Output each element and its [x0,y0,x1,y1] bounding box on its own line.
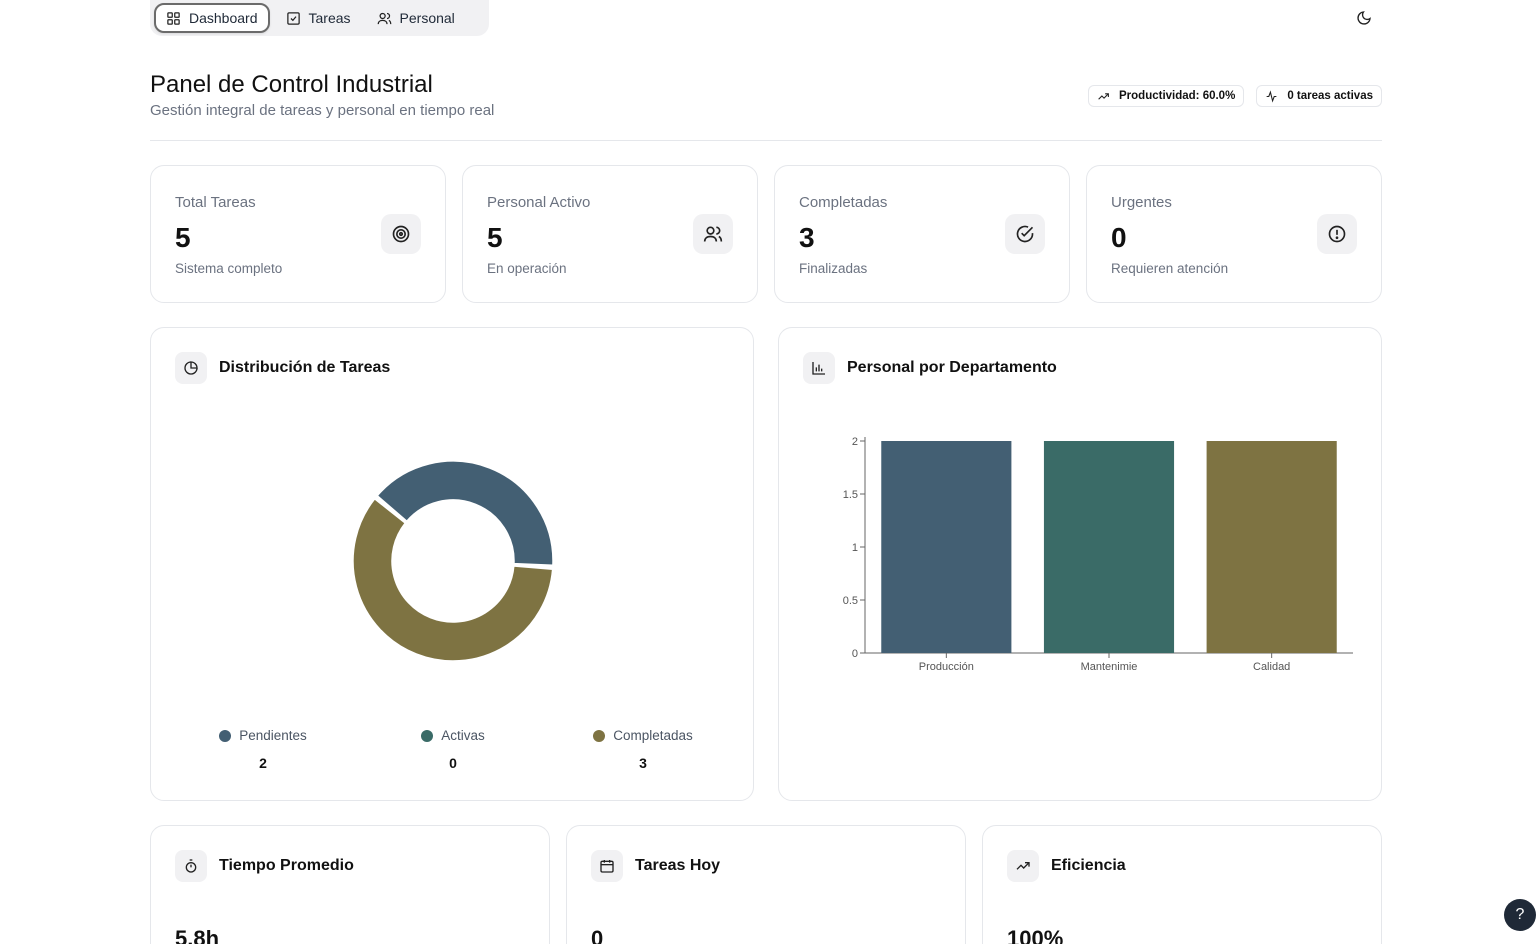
card-icon-box [1007,850,1039,882]
stat-icon-box [1317,214,1357,254]
legend-dot [593,729,606,742]
card-tareas-hoy: Tareas Hoy 0 [566,825,966,944]
check-circle-icon [1016,225,1034,243]
help-button[interactable]: ? [1504,899,1536,931]
checkbox-icon [286,11,300,25]
stat-note: Requieren atención [1111,261,1229,276]
stat-card-urgentes: Urgentes 0 Requieren atención [1086,165,1382,303]
stat-card-personal-activo: Personal Activo 5 En operación [462,165,758,303]
stat-card-total-tareas: Total Tareas 5 Sistema completo [150,165,446,303]
bar-1 [1043,441,1175,653]
card-header: Eficiencia [1007,850,1126,882]
legend-value: 3 [639,755,647,771]
bar-0 [881,441,1012,653]
users-icon [377,12,391,24]
donut-slice-pendientes [376,460,554,567]
users-icon [703,226,723,242]
calendar-icon [600,860,614,873]
stat-label: Total Tareas [175,194,256,211]
target-icon [392,225,410,243]
stat-value: 5 [487,222,503,253]
stat-icon-box [1005,214,1045,254]
legend-dot [421,729,434,742]
stat-label: Urgentes [1111,194,1172,211]
stat-icon-box [381,214,421,254]
stat-note: Finalizadas [799,261,868,276]
x-tick-label: Producción [919,661,974,673]
stat-label: Personal Activo [487,194,591,211]
bar-2 [1206,441,1337,653]
theme-toggle-button[interactable] [1352,8,1376,28]
card-title: Eficiencia [1051,857,1126,874]
stat-value: 3 [799,222,815,253]
stat-icon-box [693,214,733,254]
legend-item-completadas: Completadas 3 [583,728,703,771]
card-header: Tareas Hoy [591,850,720,882]
card-header: Tiempo Promedio [175,850,354,882]
stat-label: Completadas [799,194,888,211]
stat-value: 5 [175,222,191,253]
legend-dot [219,729,232,742]
card-icon-box [591,850,623,882]
activity-icon [1266,89,1277,103]
active-tasks-badge: 0 tareas activas [1256,85,1382,107]
tab-dashboard[interactable]: Dashboard [154,3,270,33]
productivity-label: Productividad: 60.0% [1119,90,1236,102]
stat-card-completadas: Completadas 3 Finalizadas [774,165,1070,303]
tab-tareas-label: Tareas [308,10,351,26]
card-tiempo-promedio: Tiempo Promedio 5.8h [150,825,550,944]
card-title: Tareas Hoy [635,857,721,874]
page-header: Panel de Control Industrial Gestión inte… [150,70,1382,141]
tab-tareas[interactable]: Tareas [276,3,361,33]
y-tick-label: 0 [852,648,858,660]
card-eficiencia: Eficiencia 100% [982,825,1382,944]
legend-item-pendientes: Pendientes 2 [213,728,313,771]
card-value: 100% [1007,926,1064,944]
alert-circle-icon [1328,225,1346,243]
stat-note: En operación [487,261,567,276]
card-value: 5.8h [175,926,220,944]
main-nav: Dashboard Tareas Personal [150,0,489,36]
stat-note: Sistema completo [175,261,283,276]
y-tick-label: 0.5 [843,595,858,607]
legend-value: 2 [259,755,267,771]
y-tick-label: 2 [852,436,858,448]
timer-icon [185,859,197,873]
productivity-badge: Productividad: 60.0% [1088,85,1245,107]
card-value: 0 [591,926,604,944]
legend-label: Activas [441,728,485,743]
department-panel: Personal por Departamento 0 0.5 1 1.5 2 Produ… [778,327,1382,801]
moon-icon [1357,11,1371,25]
legend-value: 0 [449,755,457,771]
grid-icon [167,11,180,25]
tab-personal-label: Personal [399,10,455,26]
department-bar-chart: 0 0.5 1 1.5 2 Producción Mantenimie Calidad [843,436,1353,673]
legend-label: Pendientes [239,728,307,743]
header-badges: Productividad: 60.0% 0 tareas activas [1088,85,1382,107]
active-tasks-label: 0 tareas activas [1287,90,1373,102]
tab-dashboard-label: Dashboard [189,10,258,26]
card-icon-box [175,850,207,882]
distribution-panel: Distribución de Tareas Pendientes 2 Acti… [150,327,754,801]
legend-item-activas: Activas 0 [403,728,503,771]
card-title: Tiempo Promedio [219,857,354,874]
legend-label: Completadas [613,728,693,743]
x-tick-label: Mantenimie [1081,661,1138,673]
trending-up-icon [1016,862,1030,870]
y-tick-label: 1.5 [843,489,858,501]
x-tick-label: Calidad [1253,661,1290,673]
y-tick-label: 1 [852,542,858,554]
trending-up-icon [1098,92,1109,100]
tab-personal[interactable]: Personal [367,3,465,33]
stat-value: 0 [1111,222,1127,253]
